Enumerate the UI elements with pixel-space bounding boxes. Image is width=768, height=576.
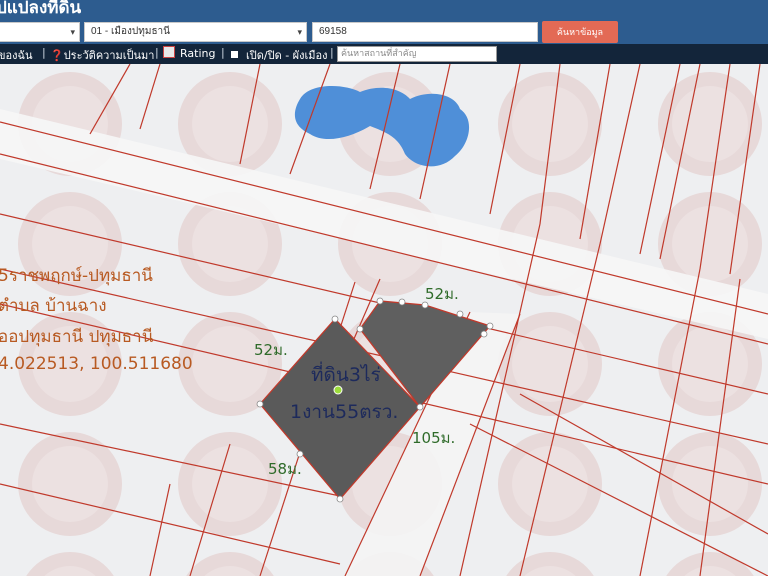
district-select-value: 01 - เมืองปทุมธานี	[91, 26, 170, 37]
plot-area-label-line2: 1งาน55ตรว.	[290, 401, 399, 423]
address-line-2: ตำบล บ้านฉาง	[0, 296, 107, 316]
toolbar-item-cityplan[interactable]: เปิด/ปิด - ผังเมือง	[231, 46, 328, 64]
rating-icon	[163, 46, 175, 58]
toolbar-separator: |	[42, 46, 46, 59]
toolbar-item-history-label: ประวัติความเป็นมา	[63, 49, 155, 62]
search-button[interactable]: ค้นหาข้อมูล	[542, 21, 618, 43]
parcel-number-input[interactable]: 69158	[312, 22, 538, 42]
address-line-1: 5ราชพฤกษ์-ปทุมธานี	[0, 266, 153, 286]
address-line-3: ออปทุมธานี ปทุมธานี	[0, 327, 154, 347]
plot-area-label-line1: ที่ดิน3ไร่	[311, 364, 381, 386]
toolbar-separator: |	[221, 46, 225, 59]
toolbar-separator: |	[155, 46, 159, 59]
toolbar-item-rating-label: Rating	[180, 47, 216, 60]
toolbar-item-cityplan-label: เปิด/ปิด - ผังเมือง	[246, 49, 328, 62]
map-area[interactable]: 5ราชพฤกษ์-ปทุมธานี ตำบล บ้านฉาง ออปทุมธา…	[0, 64, 768, 576]
header-bar: ปแปลงที่ดิน ▾ 01 - เมืองปทุมธานี ▾ 69158 …	[0, 0, 768, 44]
checkbox-icon	[231, 51, 238, 58]
measurement-bottom: 58ม.	[268, 460, 302, 478]
measurement-right: 105ม.	[412, 429, 456, 447]
measurement-top: 52ม.	[425, 285, 459, 303]
toolbar-item-rating[interactable]: Rating	[163, 46, 215, 60]
toolbar-item-mine[interactable]: ของฉัน	[0, 46, 33, 64]
toolbar-separator: |	[330, 46, 334, 59]
province-select[interactable]: ▾	[0, 22, 80, 42]
app-title: ปแปลงที่ดิน	[0, 0, 82, 18]
chevron-down-icon: ▾	[70, 27, 75, 37]
toolbar-item-history[interactable]: ❓ประวัติความเป็นมา	[50, 46, 154, 64]
place-search-input[interactable]: ค้นหาสถานที่สำคัญ	[337, 46, 497, 62]
measurement-left: 52ม.	[254, 341, 288, 359]
district-select[interactable]: 01 - เมืองปทุมธานี ▾	[84, 22, 307, 42]
map-canvas	[0, 64, 768, 576]
toolbar: ของฉัน | ❓ประวัติความเป็นมา | Rating | เ…	[0, 44, 768, 64]
chevron-down-icon: ▾	[297, 27, 302, 37]
history-icon: ❓	[50, 49, 64, 62]
coordinates-label: 4.022513, 100.511680	[0, 354, 193, 374]
